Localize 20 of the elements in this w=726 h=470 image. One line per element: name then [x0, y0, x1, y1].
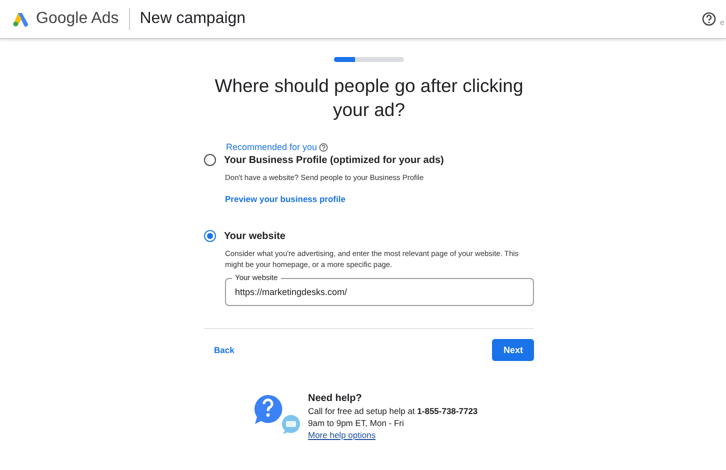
chat-bubbles-icon: [252, 393, 302, 435]
help-phone-text: Call for free ad setup help at 1-855-738-7723: [308, 405, 478, 417]
brand-name: Google Ads: [36, 10, 119, 28]
logo-icon: [12, 11, 30, 27]
help-hours: 9am to 9pm ET, Mon - Fri: [308, 417, 405, 429]
preview-link[interactable]: Preview your business profile: [225, 194, 346, 204]
help-link[interactable]: More help options: [308, 429, 478, 441]
recommended-label: Recommended for you: [226, 142, 318, 152]
heading: Where should people go after clicking your ad?: [214, 74, 524, 122]
option-label: Your Business Profile (optimized for your ads): [224, 154, 444, 166]
back-button[interactable]: Back: [214, 345, 234, 355]
help-icon[interactable]: [702, 12, 716, 26]
next-button[interactable]: Next: [492, 339, 534, 361]
radio-button[interactable]: [204, 230, 216, 242]
option-label: Your website: [224, 230, 286, 242]
page-title: New campaign: [140, 10, 246, 28]
radio-button[interactable]: [204, 154, 216, 166]
help-title: Need help?: [308, 393, 363, 405]
info-icon[interactable]: [319, 142, 328, 152]
cut-text: e: [720, 18, 726, 26]
